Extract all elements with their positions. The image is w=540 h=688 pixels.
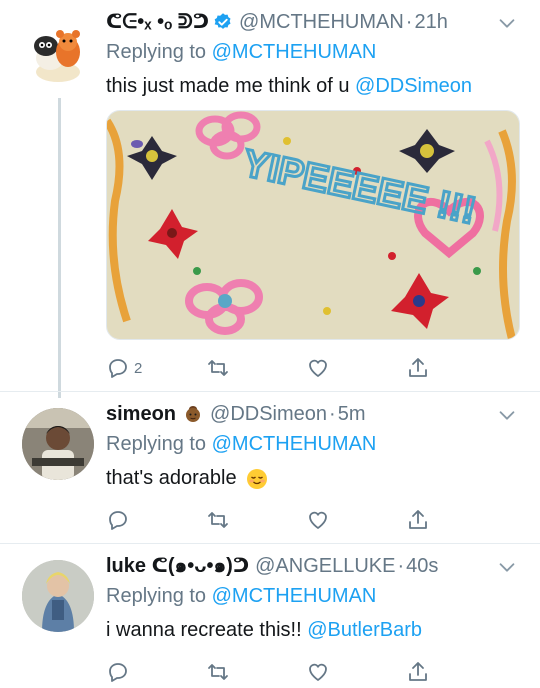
tweet-header: simeon @DDSimeon · 5m (106, 400, 524, 428)
replying-to-mention[interactable]: @MCTHEHUMAN (212, 433, 377, 455)
share-icon (409, 358, 427, 377)
replying-to-label: Replying to (106, 585, 207, 607)
tweet-body: that's adorable (106, 467, 237, 489)
like-button[interactable] (306, 660, 406, 684)
tweet-reply-luke[interactable]: luke ᕦ(๑•ᴗ•๑)ᕤ @ANGELLUKE · 40s Replying… (0, 544, 540, 688)
share-button[interactable] (406, 356, 506, 380)
share-button[interactable] (406, 508, 506, 532)
share-button[interactable] (406, 660, 506, 684)
timestamp[interactable]: 40s (406, 552, 438, 580)
reply-button[interactable]: 2 (106, 356, 206, 380)
tweet-body: i wanna recreate this!! (106, 619, 302, 641)
share-icon (409, 510, 427, 529)
replying-to-label: Replying to (106, 433, 207, 455)
replying-to-mention[interactable]: @MCTHEHUMAN (212, 41, 377, 63)
tweet-actions (106, 506, 524, 534)
heart-icon (309, 359, 327, 377)
like-button[interactable] (306, 508, 406, 532)
display-name[interactable]: ᕦᕮ•ₓ •ₒ ᕲᕤ (106, 8, 209, 36)
replying-to: Replying to @MCTHEHUMAN (106, 582, 524, 610)
replying-to-label: Replying to (106, 41, 207, 63)
replying-to-mention[interactable]: @MCTHEHUMAN (212, 585, 377, 607)
replying-to: Replying to @MCTHEHUMAN (106, 38, 524, 66)
like-button[interactable] (306, 356, 406, 380)
reply-icon (109, 663, 127, 682)
retweet-button[interactable] (206, 356, 306, 380)
baby-emoji-icon (182, 403, 204, 425)
verified-badge-icon (214, 13, 231, 29)
reply-button[interactable] (106, 660, 206, 684)
retweet-button[interactable] (206, 508, 306, 532)
heart-icon (309, 511, 327, 529)
avatar-angelluke[interactable] (22, 560, 94, 632)
separator-dot: · (397, 555, 405, 577)
tweet-header: ᕦᕮ•ₓ •ₒ ᕲᕤ @MCTHEHUMAN · 21h (106, 8, 524, 36)
handle[interactable]: @DDSimeon (210, 400, 327, 428)
chevron-down-icon[interactable] (496, 12, 518, 34)
retweet-button[interactable] (206, 660, 306, 684)
tweet-text: that's adorable (106, 464, 524, 492)
relieved-face-emoji-icon (246, 468, 268, 490)
replying-to: Replying to @MCTHEHUMAN (106, 430, 524, 458)
display-name[interactable]: simeon (106, 400, 176, 428)
tweet-body: this just made me think of u (106, 75, 350, 97)
reply-icon (109, 511, 127, 530)
tweet-original[interactable]: ᕦᕮ•ₓ •ₒ ᕲᕤ @MCTHEHUMAN · 21h Replying to… (0, 0, 540, 392)
reply-count: 2 (134, 359, 143, 377)
share-icon (409, 662, 427, 681)
display-name[interactable]: luke ᕦ(๑•ᴗ•๑)ᕤ (106, 552, 249, 580)
tweet-header: luke ᕦ(๑•ᴗ•๑)ᕤ @ANGELLUKE · 40s (106, 552, 524, 580)
retweet-icon (208, 512, 228, 528)
chevron-down-icon[interactable] (496, 404, 518, 426)
handle[interactable]: @MCTHEHUMAN (239, 8, 404, 36)
tweet-media-cake-photo[interactable]: YIPEEEEE !!! (106, 110, 520, 340)
timestamp[interactable]: 5m (338, 400, 366, 428)
tweet-actions: 2 (106, 354, 524, 382)
tweet-mention[interactable]: @ButlerBarb (307, 619, 422, 641)
tweet-text: this just made me think of u @DDSimeon (106, 72, 524, 100)
tweet-actions (106, 658, 524, 686)
timestamp[interactable]: 21h (414, 8, 447, 36)
separator-dot: · (329, 403, 336, 425)
chevron-down-icon[interactable] (496, 556, 518, 578)
retweet-icon (208, 360, 228, 376)
reply-icon (109, 359, 127, 378)
tweet-text: i wanna recreate this!! @ButlerBarb (106, 616, 524, 644)
tweet-mention[interactable]: @DDSimeon (355, 75, 472, 97)
tweet-reply-simeon[interactable]: simeon @DDSimeon · 5m Replying to @MCTHE… (0, 392, 540, 542)
reply-button[interactable] (106, 508, 206, 532)
retweet-icon (208, 664, 228, 680)
avatar-ddsimeon[interactable] (22, 408, 94, 480)
separator-dot: · (405, 11, 413, 33)
heart-icon (309, 663, 327, 681)
handle[interactable]: @ANGELLUKE (255, 552, 395, 580)
avatar-mcthehuman[interactable] (22, 16, 94, 88)
